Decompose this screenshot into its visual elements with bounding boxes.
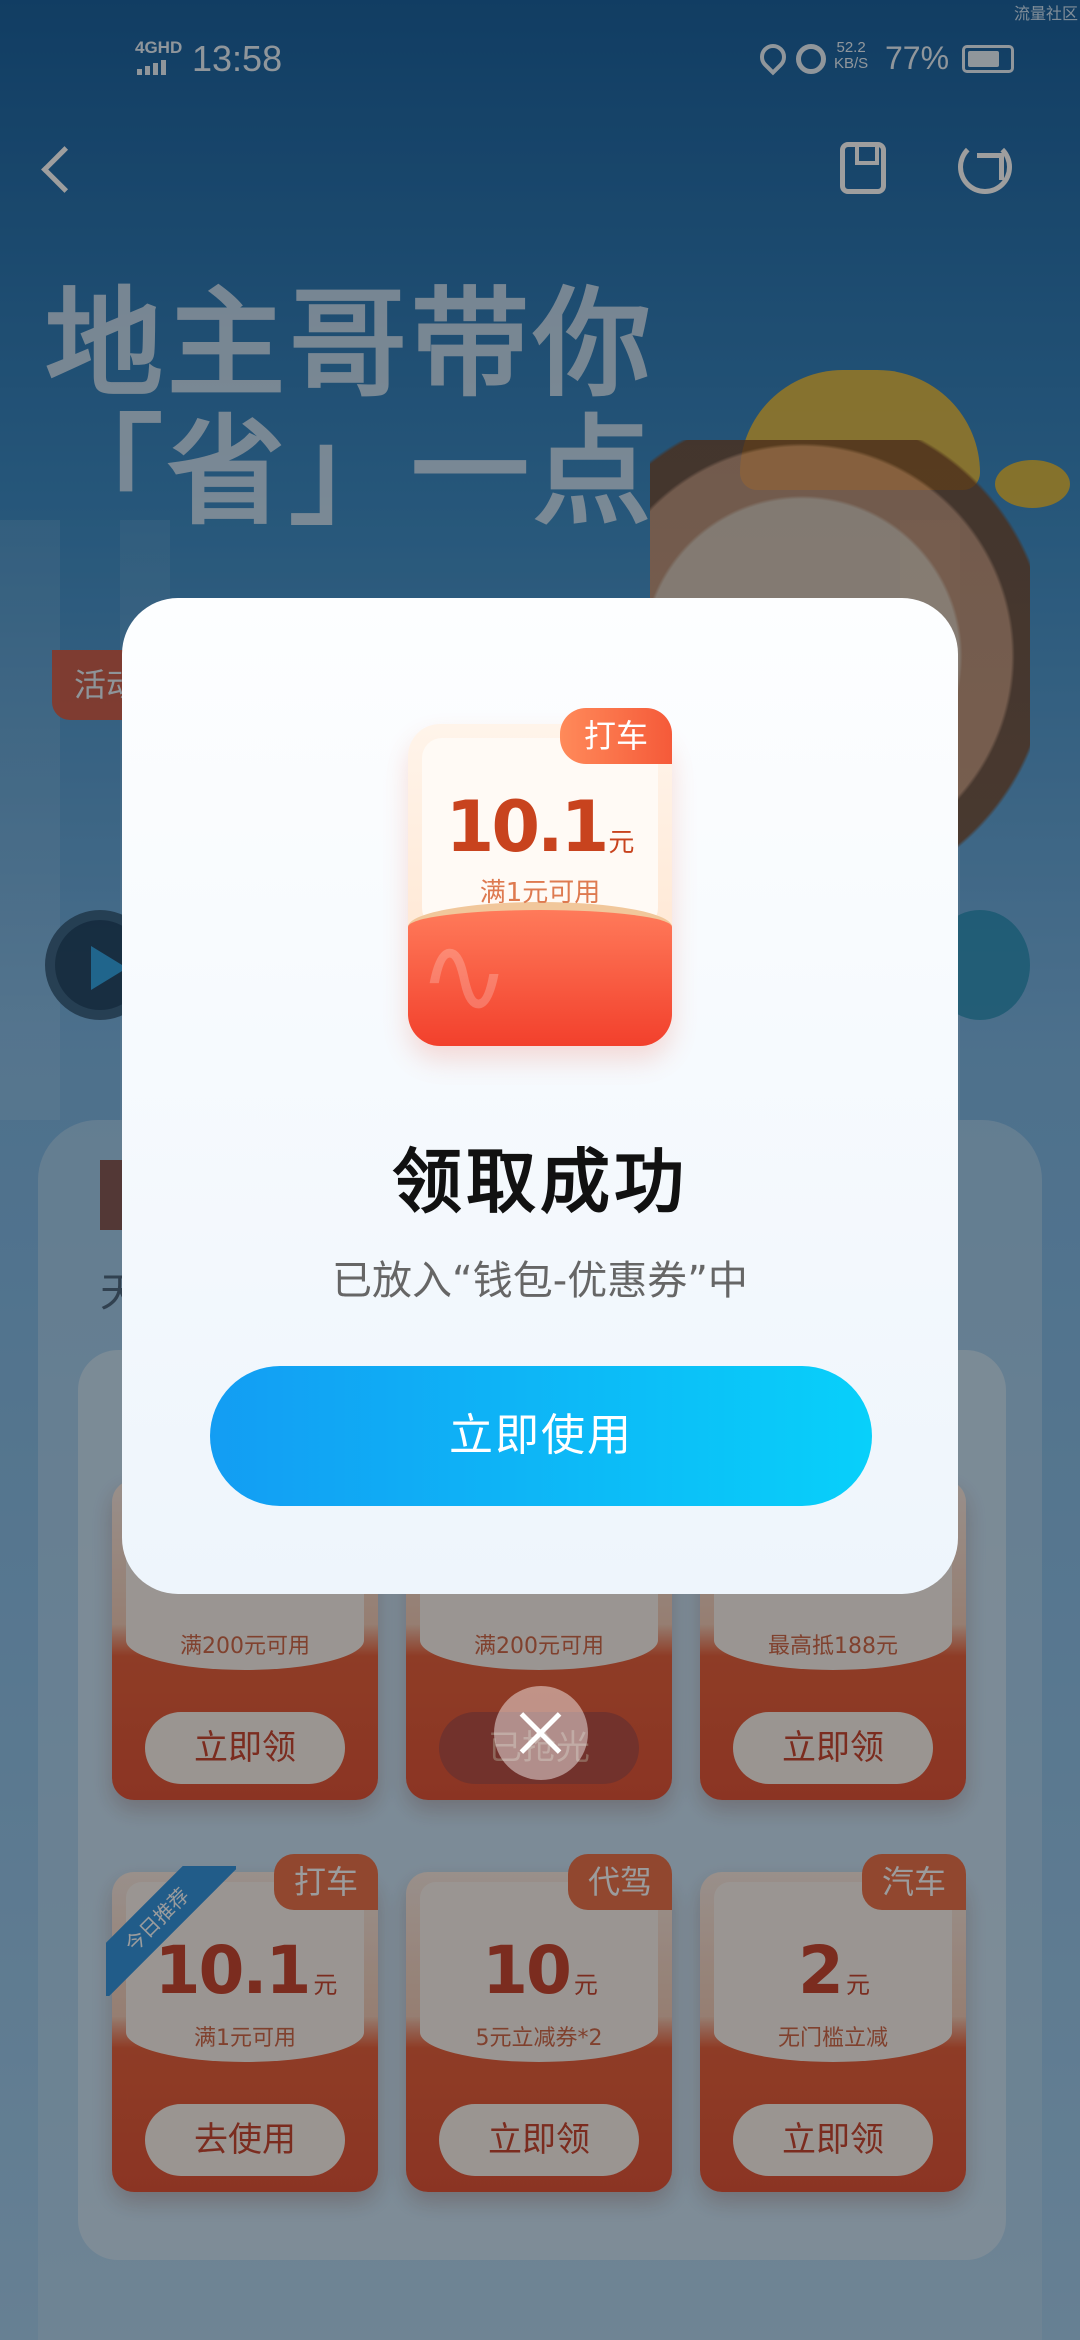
modal-coupon-amount: 10.1元 bbox=[445, 786, 635, 868]
modal-coupon-condition: 满1元可用 bbox=[479, 878, 601, 908]
modal-coupon-pocket bbox=[408, 902, 672, 1046]
use-now-button[interactable]: 立即使用 bbox=[210, 1366, 872, 1506]
success-dialog: 10.1元 满1元可用 打车 领取成功 已放入“钱包-优惠券”中 立即使用 bbox=[122, 598, 958, 1594]
modal-coupon: 10.1元 满1元可用 bbox=[408, 724, 672, 1046]
dialog-title: 领取成功 bbox=[392, 1141, 688, 1223]
close-icon[interactable] bbox=[494, 1686, 588, 1780]
dialog-subtitle: 已放入“钱包-优惠券”中 bbox=[332, 1258, 748, 1304]
modal-coupon-category: 打车 bbox=[560, 708, 673, 764]
